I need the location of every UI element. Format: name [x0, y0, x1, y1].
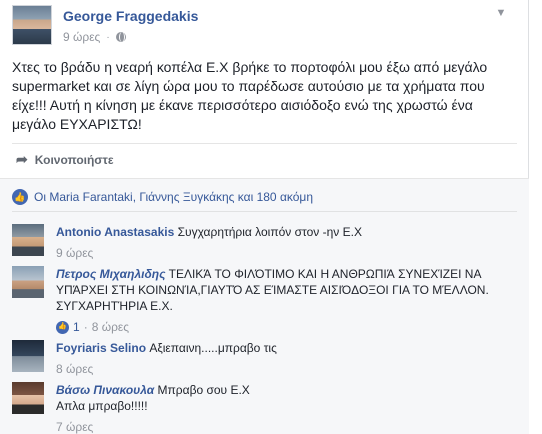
comment-time[interactable]: 9 ώρες: [56, 245, 93, 261]
comment-body: Πετρος Μιχαηλιδης ΤΕΛΙΚΆ ΤΟ ΦΙΛΌΤΙΜΟ ΚΑΙ…: [56, 266, 516, 335]
comment-time[interactable]: 8 ώρες: [56, 361, 93, 377]
likes-divider: [12, 211, 517, 212]
comment-text: Συγχαρητήρια λοιπόν στον -ην Ε.Χ: [177, 225, 362, 239]
thumbs-up-icon: 👍: [56, 320, 69, 334]
post-card: George Fraggedakis 9 ώρες · ▼ Χτες το βρ…: [0, 0, 529, 434]
comment-body: Antonio Anastasakis Συγχαρητήρια λοιπόν …: [56, 224, 516, 261]
share-button[interactable]: ➦ Κοινοποιήστε: [16, 151, 114, 168]
comment-timestamp: 8 ώρες: [56, 361, 516, 377]
post-body-text: Χτες το βράδυ η νεαρή κοπέλα Ε.Χ βρήκε τ…: [12, 59, 488, 132]
avatar[interactable]: [12, 224, 44, 256]
comment-meta: 👍 1 · 8 ώρες: [56, 319, 516, 335]
meta-separator: ·: [106, 31, 110, 43]
post-timestamp[interactable]: 9 ώρες: [63, 30, 100, 44]
comment-text: Μπραβο σου Ε.Χ: [157, 383, 250, 397]
chevron-down-icon[interactable]: ▼: [494, 6, 508, 20]
comment-text-line2: Απλα μπραβο!!!!!: [56, 399, 148, 413]
action-divider: [12, 143, 517, 144]
share-arrow-icon: ➦: [16, 151, 28, 167]
comment-author[interactable]: Foyriaris Selino: [56, 341, 146, 355]
comment-body: Βάσω Πινακουλα Μπραβο σου Ε.Χ Απλα μπραβ…: [56, 382, 516, 434]
comment-text: Αξιεπαινη.....μπραβο τις: [149, 341, 277, 355]
share-label: Κοινοποιήστε: [34, 152, 114, 167]
avatar[interactable]: [12, 266, 44, 298]
comment-like-number: 1: [73, 320, 80, 334]
avatar[interactable]: [12, 382, 44, 414]
comment-timestamp: 9 ώρες: [56, 245, 516, 261]
thumbs-up-icon: 👍: [12, 189, 28, 205]
comment-author[interactable]: Πετρος Μιχαηλιδης: [56, 267, 166, 281]
comment-time[interactable]: 8 ώρες: [92, 319, 129, 335]
comment-time[interactable]: 7 ώρες: [56, 419, 93, 434]
author-avatar[interactable]: [12, 5, 52, 45]
post-author-name[interactable]: George Fraggedakis: [63, 8, 198, 24]
avatar[interactable]: [12, 340, 44, 372]
likes-summary[interactable]: 👍 Οι Maria Farantaki, Γιάννης Ξυγκάκης κ…: [12, 189, 313, 205]
post-meta: 9 ώρες ·: [63, 30, 126, 44]
comment-like-count[interactable]: 👍 1: [56, 319, 80, 335]
globe-icon[interactable]: [115, 32, 126, 42]
meta-separator: ·: [83, 320, 88, 334]
comment-author[interactable]: Antonio Anastasakis: [56, 225, 174, 239]
comment-author[interactable]: Βάσω Πινακουλα: [56, 383, 154, 397]
likes-text[interactable]: Οι Maria Farantaki, Γιάννης Ξυγκάκης και…: [34, 190, 313, 204]
comment-timestamp: 7 ώρες: [56, 419, 516, 434]
comment-body: Foyriaris Selino Αξιεπαινη.....μπραβο τι…: [56, 340, 516, 377]
